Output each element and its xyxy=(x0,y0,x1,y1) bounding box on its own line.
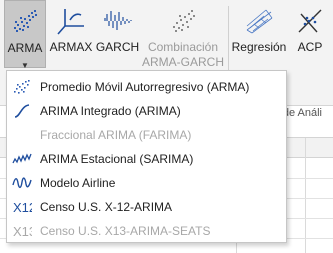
seasonal-wave-icon xyxy=(12,153,32,164)
menu-item-label: Promedio Móvil Autorregresivo (ARMA) xyxy=(40,80,250,94)
x13-icon: X13 xyxy=(13,224,32,239)
svg-text:X13: X13 xyxy=(13,224,32,239)
menu-item-farima[interactable]: Fraccional ARIMA (FARIMA) xyxy=(7,123,286,147)
combination-arma-garch-button[interactable]: Combinación ARMA-GARCH xyxy=(141,0,225,69)
armax-button-label: ARMAX xyxy=(49,40,93,54)
regression-icon xyxy=(246,9,273,34)
airline-wave-icon xyxy=(12,177,32,189)
regression-button-label: Regresión xyxy=(231,40,287,54)
combination-button-label-line2: ARMA-GARCH xyxy=(141,55,224,69)
pca-button[interactable]: ACP xyxy=(291,0,329,68)
arma-dropdown-menu: Promedio Móvil Autorregresivo (ARMA) ARI… xyxy=(6,70,287,243)
menu-item-label: ARIMA Integrado (ARIMA) xyxy=(40,104,181,118)
menu-item-arima[interactable]: ARIMA Integrado (ARIMA) xyxy=(7,99,286,123)
svg-text:X12: X12 xyxy=(13,200,32,215)
arma-scatter-icon xyxy=(14,10,37,32)
menu-item-label: Modelo Airline xyxy=(40,176,116,190)
arma-scatter-icon xyxy=(14,80,30,94)
regression-button[interactable]: Regresión xyxy=(231,0,287,68)
menu-item-label: ARIMA Estacional (SARIMA) xyxy=(40,152,194,166)
menu-item-x13[interactable]: X13 Censo U.S. X13-ARIMA-SEATS xyxy=(7,219,286,243)
combination-button-label: Combinación xyxy=(147,40,219,54)
x12-icon: X12 xyxy=(13,200,32,215)
dropdown-caret-icon: ▼ xyxy=(21,61,29,70)
menu-item-x12[interactable]: X12 Censo U.S. X-12-ARIMA xyxy=(7,195,286,219)
armax-button[interactable]: ARMAX xyxy=(48,0,94,68)
menu-item-arma[interactable]: Promedio Móvil Autorregresivo (ARMA) xyxy=(7,75,286,99)
arma-button[interactable]: ARMA ▼ xyxy=(4,0,46,70)
integrated-curve-icon xyxy=(14,104,30,118)
pca-icon xyxy=(298,9,322,33)
menu-item-sarima[interactable]: ARIMA Estacional (SARIMA) xyxy=(7,147,286,171)
menu-item-label: Censo U.S. X-12-ARIMA xyxy=(40,200,173,214)
garch-wave-icon xyxy=(103,11,132,30)
menu-item-label: Censo U.S. X13-ARIMA-SEATS xyxy=(40,224,211,238)
combination-scatter-icon xyxy=(173,10,195,32)
pca-button-label: ACP xyxy=(297,40,323,54)
garch-button-label: GARCH xyxy=(95,40,140,54)
arma-button-label: ARMA xyxy=(7,41,43,55)
menu-item-airline[interactable]: Modelo Airline xyxy=(7,171,286,195)
garch-button[interactable]: GARCH xyxy=(95,0,140,68)
menu-item-label: Fraccional ARIMA (FARIMA) xyxy=(40,128,192,142)
armax-axes-icon xyxy=(57,9,84,35)
